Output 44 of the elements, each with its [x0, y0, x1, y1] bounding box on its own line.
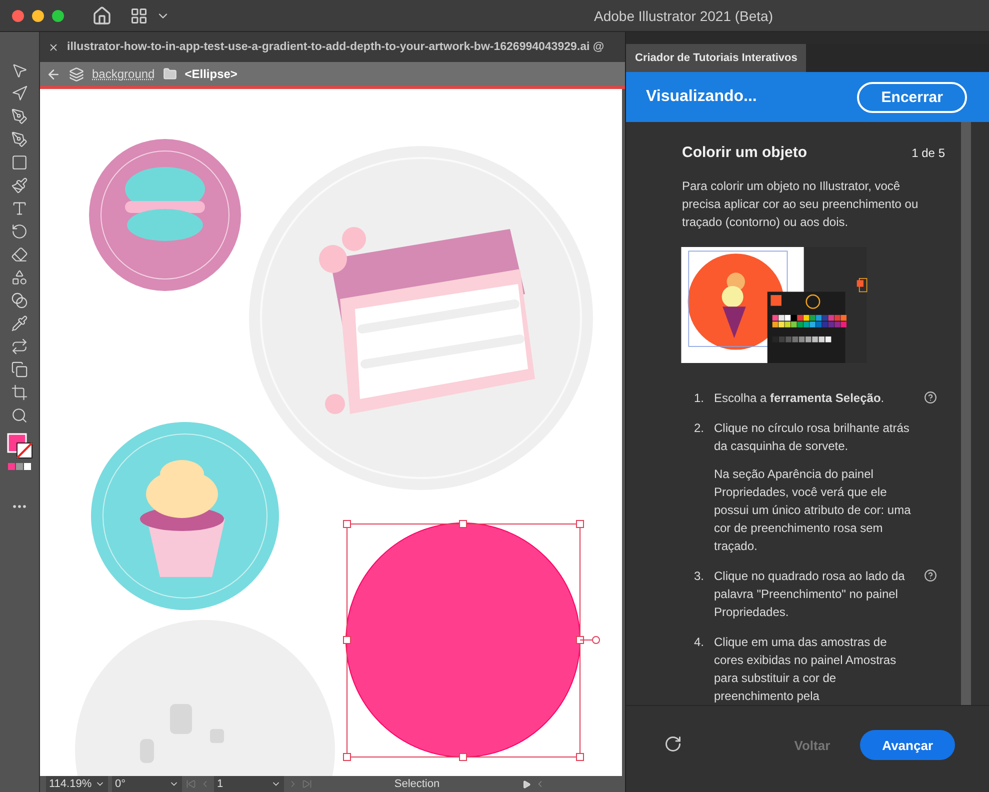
- step-number: 1.: [694, 390, 706, 407]
- workspace-layout-icon[interactable]: [130, 6, 148, 24]
- restart-icon[interactable]: [664, 735, 682, 753]
- step-number: 3.: [694, 568, 706, 585]
- pen-tool-icon[interactable]: [11, 108, 28, 125]
- group-icon: [162, 67, 177, 81]
- close-window-button[interactable]: [12, 10, 24, 22]
- object-label: <Ellipse>: [184, 67, 238, 81]
- selection-tool-icon[interactable]: [11, 62, 28, 79]
- play-icon[interactable]: [522, 780, 531, 788]
- step-text: Clique no quadrado rosa ao lado da palavra "Preenchimento" no painel Propriedades.: [714, 568, 906, 621]
- step-text: Na seção Aparência do painel Propriedades, você verá que ele possui um único atributo de cor: uma cor de preenchimento rosa sem traçado.: [714, 466, 912, 555]
- zoom-tool-icon[interactable]: [11, 407, 28, 424]
- close-tab-icon[interactable]: [48, 42, 59, 52]
- rotate-tool-icon[interactable]: [11, 223, 28, 240]
- eyedropper-tool-icon[interactable]: [11, 315, 28, 332]
- scrollbar[interactable]: [961, 122, 971, 705]
- next-button[interactable]: Avançar: [860, 730, 955, 760]
- artboard-field[interactable]: 1: [214, 776, 284, 792]
- rotation-field[interactable]: 0°: [112, 776, 182, 792]
- maximize-window-button[interactable]: [52, 10, 64, 22]
- preview-status: Visualizando...: [646, 88, 757, 106]
- paintbrush-tool-icon[interactable]: [11, 177, 28, 194]
- step-text: Clique no círculo rosa brilhante atrás da casquinha de sorvete.: [714, 420, 910, 455]
- panel-tab[interactable]: Criador de Tutoriais Interativos: [626, 44, 806, 72]
- layers-icon: [69, 66, 84, 82]
- home-icon[interactable]: [92, 6, 112, 26]
- current-tool-label: Selection: [393, 778, 441, 790]
- step-text: Clique em uma das amostras de cores exibidas no painel Amostras para substituir a cor de preenchimento pela: [714, 634, 898, 705]
- type-tool-icon[interactable]: [11, 200, 28, 217]
- rectangle-tool-icon[interactable]: [11, 154, 28, 171]
- step-text: Escolha a ferramenta Seleção.: [714, 390, 886, 407]
- step-counter: 1 de 5: [912, 146, 945, 160]
- step-title: Colorir um objeto: [682, 144, 807, 161]
- step-number: 4.: [694, 634, 706, 651]
- intro-text: Para colorir um objeto no Illustrator, você precisa aplicar cor ao seu preenchimento ou traçado (contorno) ou aos dois.: [682, 178, 920, 231]
- layer-link[interactable]: background: [92, 67, 155, 81]
- zoom-field[interactable]: 114.19%: [46, 776, 108, 792]
- step-number: 2.: [694, 420, 706, 437]
- minimize-window-button[interactable]: [32, 10, 44, 22]
- window-title: Adobe Illustrator 2021 (Beta): [594, 8, 773, 24]
- end-button[interactable]: Encerrar: [857, 82, 967, 112]
- eraser-tool-icon[interactable]: [11, 246, 28, 263]
- direct-selection-tool-icon[interactable]: [11, 85, 28, 102]
